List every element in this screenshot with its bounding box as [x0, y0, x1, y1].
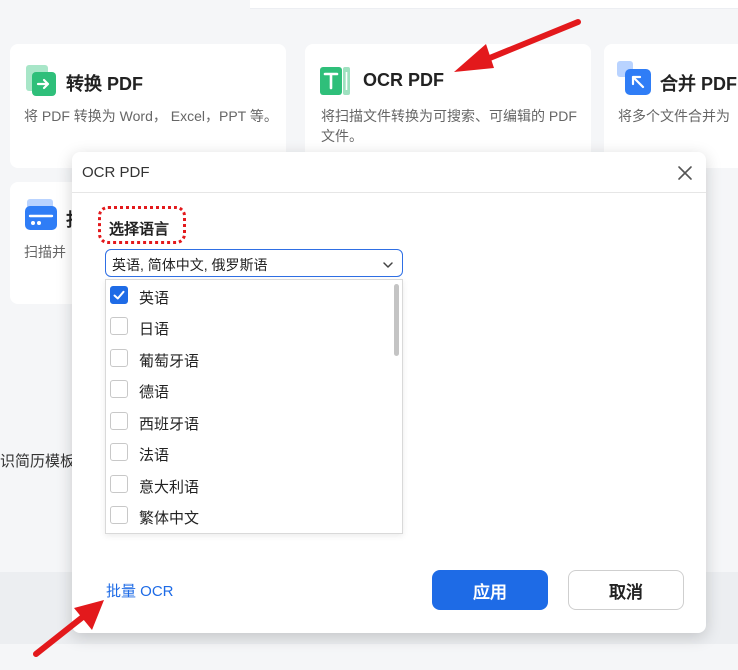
batch-ocr-link[interactable]: 批量 OCR [106, 580, 174, 601]
checkbox[interactable] [110, 380, 128, 398]
checkbox[interactable] [110, 475, 128, 493]
tool-card-desc: 将扫描文件转换为可搜索、可编辑的 PDF 文件。 [321, 108, 577, 144]
top-strip [250, 0, 738, 9]
scanner-icon [24, 198, 58, 239]
language-option-label: 日语 [139, 321, 170, 338]
language-option-label: 法语 [139, 447, 170, 464]
tool-card-desc: 将 PDF 转换为 Word， Excel，PPT 等。 [24, 108, 278, 124]
language-option-label: 繁体中文 [139, 510, 200, 527]
tool-card-title: 合并 PDF [660, 74, 738, 94]
language-option-label: 葡萄牙语 [139, 353, 200, 370]
checkbox[interactable] [110, 506, 128, 524]
tool-card-title: 转换 PDF [66, 74, 144, 94]
language-option-portuguese[interactable]: 葡萄牙语 [106, 343, 392, 374]
ocr-dialog: OCR PDF 选择语言 英语, 简体中文, 俄罗斯语 英语 日语 葡萄牙语 德… [72, 152, 706, 633]
dialog-divider [72, 192, 706, 193]
language-option-german[interactable]: 德语 [106, 374, 392, 405]
language-option-french[interactable]: 法语 [106, 437, 392, 468]
language-option-label: 德语 [139, 384, 170, 401]
language-option-traditional-chinese[interactable]: 繁体中文 [106, 500, 392, 531]
language-option-english[interactable]: 英语 [106, 280, 392, 311]
language-option-spanish[interactable]: 西班牙语 [106, 406, 392, 437]
language-select[interactable]: 英语, 简体中文, 俄罗斯语 [105, 249, 403, 277]
apply-button[interactable]: 应用 [432, 570, 548, 610]
cancel-button[interactable]: 取消 [568, 570, 684, 610]
language-dropdown-list: 英语 日语 葡萄牙语 德语 西班牙语 法语 意大利语 繁体中文 [105, 279, 403, 534]
ocr-t-icon [319, 64, 353, 103]
dropdown-scrollbar[interactable] [392, 280, 402, 533]
scrollbar-thumb[interactable] [394, 284, 399, 356]
language-option-japanese[interactable]: 日语 [106, 311, 392, 342]
tool-card-ocr[interactable]: OCR PDF 将扫描文件转换为可搜索、可编辑的 PDF 文件。 [305, 44, 591, 168]
tool-card-merge[interactable]: 合并 PDF 将多个文件合并为 [604, 44, 738, 168]
tool-card-convert[interactable]: 转换 PDF 将 PDF 转换为 Word， Excel，PPT 等。 [10, 44, 286, 168]
background-file-name: 识简历模板 [0, 453, 76, 470]
language-option-label: 意大利语 [139, 479, 200, 496]
language-option-label: 西班牙语 [139, 416, 200, 433]
checkbox[interactable] [110, 412, 128, 430]
merge-icon [616, 60, 652, 101]
dialog-title: OCR PDF [82, 164, 150, 181]
language-select-value: 英语, 简体中文, 俄罗斯语 [112, 257, 268, 273]
tool-card-title: OCR PDF [363, 70, 444, 90]
checkbox[interactable] [110, 349, 128, 367]
chevron-down-icon [382, 258, 394, 276]
language-option-label: 英语 [139, 290, 170, 307]
checkbox-checked[interactable] [110, 286, 128, 304]
close-icon[interactable] [674, 162, 696, 184]
checkbox[interactable] [110, 443, 128, 461]
annotation-highlight-ring [98, 206, 186, 244]
convert-pdf-icon [24, 64, 58, 103]
tool-card-desc: 将多个文件合并为 [618, 108, 730, 124]
language-option-italian[interactable]: 意大利语 [106, 469, 392, 500]
checkbox[interactable] [110, 317, 128, 335]
